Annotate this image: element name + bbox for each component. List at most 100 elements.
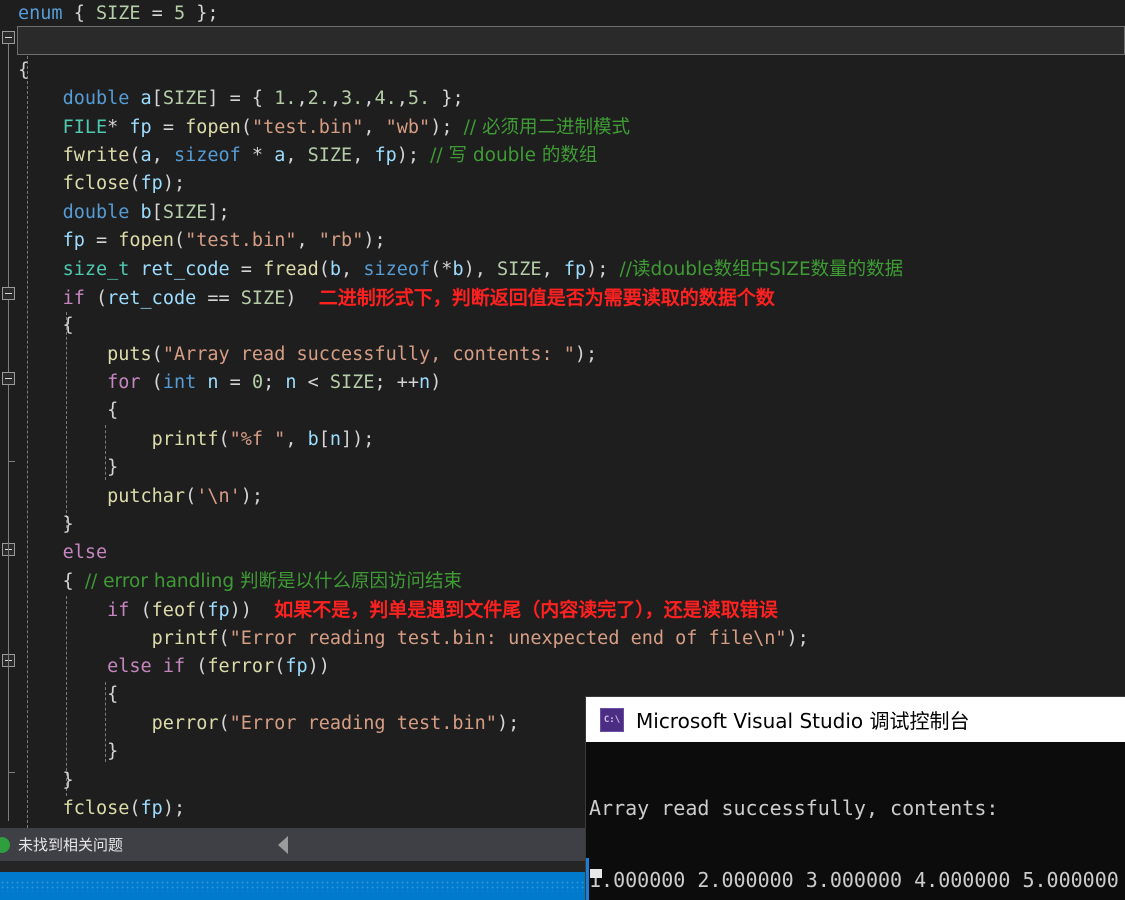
code-token: =	[84, 230, 119, 252]
code-token: {	[18, 570, 85, 592]
code-token: );	[363, 230, 386, 252]
code-token: "test.bin"	[185, 230, 297, 252]
console-output[interactable]: Array read successfully, contents: 1.000…	[586, 742, 1125, 900]
fold-toggle-for[interactable]	[2, 372, 15, 385]
code-token: (	[218, 428, 230, 450]
code-token: 0	[251, 372, 264, 394]
code-token: SIZE	[162, 88, 208, 110]
code-line[interactable]: }	[18, 454, 1125, 482]
code-token: "Error reading test.bin"	[229, 712, 497, 734]
code-token: 5	[173, 3, 186, 24]
code-token: // error handling 判断是以什么原因访问结束	[84, 570, 463, 592]
code-token: 4.	[374, 88, 397, 110]
code-line[interactable]: FILE* fp = fopen("test.bin", "wb"); // 必…	[18, 114, 1125, 142]
code-token: ,	[341, 258, 364, 280]
console-title-bar[interactable]: C:\ Microsoft Visual Studio 调试控制台	[586, 697, 1125, 742]
code-line[interactable]: printf("Error reading test.bin: unexpect…	[18, 625, 1125, 653]
code-token: fwrite	[62, 144, 130, 166]
code-token: [	[151, 201, 163, 223]
code-line[interactable]: fclose(fp);	[18, 170, 1125, 198]
code-line[interactable]: enum { SIZE = 5 };	[18, 0, 1125, 28]
code-line[interactable]: puts("Array read successfully, contents:…	[18, 341, 1125, 369]
code-token: (	[185, 655, 208, 677]
code-token: "Array read successfully, contents: "	[162, 343, 575, 365]
code-token: (*	[430, 258, 453, 280]
code-token: printf	[151, 627, 219, 649]
code-token: }	[18, 457, 119, 479]
code-token: for	[107, 372, 141, 394]
code-line[interactable]: putchar('\n');	[18, 483, 1125, 511]
code-line[interactable]: if (feof(fp)) 如果不是，判单是遇到文件尾（内容读完了），还是读取错…	[18, 596, 1125, 624]
code-line[interactable]: { // error handling 判断是以什么原因访问结束	[18, 568, 1125, 596]
code-token: b	[140, 201, 152, 223]
code-token: fp	[140, 797, 163, 819]
console-line: 1.000000 2.000000 3.000000 4.000000 5.00…	[589, 868, 1119, 892]
taskbar-pattern	[0, 880, 588, 892]
code-token: size_t	[62, 258, 130, 280]
code-token: [	[318, 428, 330, 450]
left-triangle-icon[interactable]	[278, 835, 289, 854]
code-token: n	[207, 372, 219, 394]
code-token: );	[574, 343, 598, 365]
code-token: void	[118, 31, 163, 53]
code-token: ];	[207, 201, 230, 223]
code-token: n	[329, 428, 342, 450]
code-line[interactable]: }	[18, 511, 1125, 539]
code-token: <	[296, 372, 330, 394]
fold-toggle-main[interactable]	[2, 31, 15, 44]
fold-gutter[interactable]	[0, 0, 18, 828]
code-line[interactable]: size_t ret_code = fread(b, sizeof(*b), S…	[18, 256, 1125, 284]
code-token: ),	[463, 258, 497, 280]
code-token: ; ++	[374, 372, 420, 394]
code-line[interactable]: else if (ferror(fp))	[18, 653, 1125, 681]
code-token: fp	[563, 258, 587, 280]
code-line[interactable]: {	[18, 397, 1125, 425]
code-token: ]);	[341, 428, 375, 450]
code-token: );	[240, 485, 264, 507]
code-token: ))	[307, 655, 330, 677]
console-title: Microsoft Visual Studio 调试控制台	[636, 709, 970, 733]
console-caret	[590, 869, 602, 878]
code-token: };	[185, 3, 219, 24]
debug-console-window[interactable]: C:\ Microsoft Visual Studio 调试控制台 Array …	[586, 697, 1125, 900]
vs-taskbar[interactable]	[0, 872, 588, 900]
console-left-accent	[586, 858, 589, 900]
code-token: int	[18, 31, 52, 53]
fold-toggle-if[interactable]	[2, 287, 15, 300]
code-line[interactable]: else	[18, 539, 1125, 567]
code-token: ==	[196, 287, 241, 309]
code-line[interactable]: printf("%f ", b[n]);	[18, 426, 1125, 454]
code-token: ,	[363, 116, 386, 138]
code-token: double	[62, 201, 130, 223]
code-line[interactable]: fp = fopen("test.bin", "rb");	[18, 227, 1125, 255]
code-line[interactable]: for (int n = 0; n < SIZE; ++n)	[18, 369, 1125, 397]
code-token: (	[218, 627, 230, 649]
code-line[interactable]: {	[18, 57, 1125, 85]
code-token: printf	[151, 428, 219, 450]
code-token: main	[62, 31, 108, 53]
error-status-bar[interactable]: 未找到相关问题	[0, 828, 588, 861]
code-line[interactable]: double a[SIZE] = { 1.,2.,3.,4.,5. };	[18, 85, 1125, 113]
code-token: =	[218, 372, 252, 394]
code-token: ret_code	[107, 287, 197, 309]
code-token: {	[18, 400, 119, 422]
code-line[interactable]: {	[18, 312, 1125, 340]
code-token: (	[140, 372, 163, 394]
code-token: (	[240, 116, 252, 138]
code-line[interactable]: fwrite(a, sizeof * a, SIZE, fp); // 写 do…	[18, 142, 1125, 170]
code-token: (	[218, 712, 230, 734]
code-token: "rb"	[318, 230, 364, 252]
code-token: n	[419, 372, 431, 394]
code-token: );	[396, 144, 431, 166]
code-token: fp	[207, 600, 230, 622]
code-line[interactable]: if (ret_code == SIZE) 二进制形式下，判断返回值是否为需要读…	[18, 284, 1125, 312]
code-line[interactable]: double b[SIZE];	[18, 199, 1125, 227]
code-line[interactable]: int main(void)	[18, 28, 1125, 56]
status-message: 未找到相关问题	[18, 836, 124, 854]
code-token: =	[229, 258, 264, 280]
